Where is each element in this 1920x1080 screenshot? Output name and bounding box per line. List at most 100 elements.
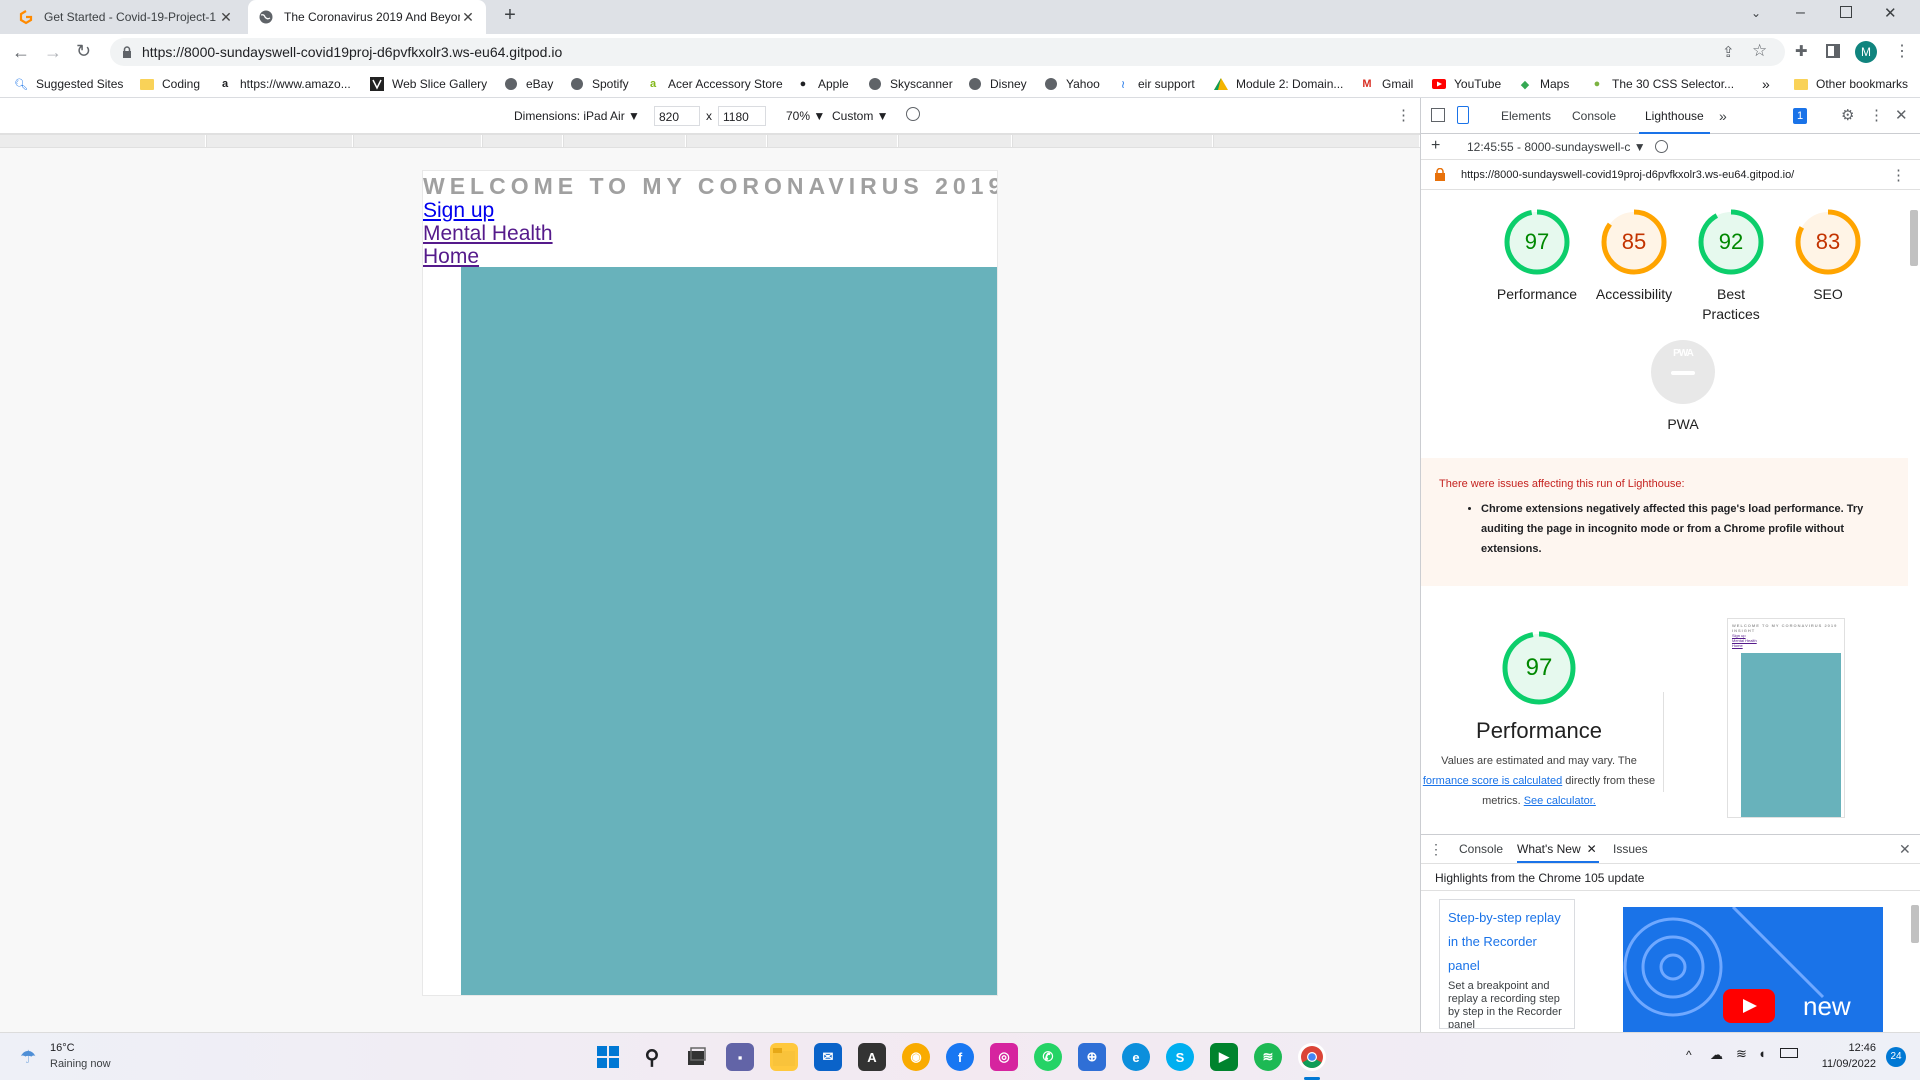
device-toggle-icon[interactable] [1457, 106, 1469, 124]
close-icon[interactable]: ✕ [1587, 835, 1597, 863]
new-report-icon[interactable]: + [1431, 137, 1440, 155]
bookmark-suggested-sites[interactable]: 🔍︎ Suggested Sites [14, 70, 123, 98]
spotify-icon[interactable]: ≋ [1254, 1043, 1282, 1071]
chrome-icon[interactable] [1298, 1043, 1326, 1071]
reload-icon[interactable]: ↻ [76, 41, 91, 62]
bookmark-maps[interactable]: ◆ Maps [1518, 70, 1570, 98]
score-best-practices[interactable]: 92 Best Practices [1683, 208, 1779, 324]
more-tabs-icon[interactable]: » [1719, 98, 1727, 134]
feature-card[interactable]: Step-by-step replay in the Recorder pane… [1439, 899, 1575, 1029]
close-drawer-icon[interactable]: ✕ [1899, 841, 1911, 858]
tab-console[interactable]: Console [1572, 98, 1616, 134]
close-icon[interactable]: ✕ [460, 9, 476, 26]
share-icon[interactable]: ⇪ [1722, 43, 1735, 61]
drawer-tab-whats-new[interactable]: What's New ✕ [1517, 835, 1599, 863]
weather-icon[interactable]: ☂ [20, 1047, 36, 1068]
score-accessibility[interactable]: 85 Accessibility [1586, 208, 1682, 304]
tray-chevron-icon[interactable]: ^ [1686, 1048, 1692, 1062]
bookmark-youtube[interactable]: YouTube [1432, 70, 1501, 98]
drawer-tab-issues[interactable]: Issues [1613, 835, 1648, 863]
issues-badge[interactable]: 1 [1793, 108, 1808, 124]
task-view-icon[interactable] [682, 1043, 710, 1071]
feature-card-title[interactable]: Step-by-step replay in the Recorder pane… [1448, 906, 1566, 978]
close-icon[interactable]: ✕ [218, 9, 234, 26]
extensions-icon[interactable]: ✚ [1795, 42, 1808, 60]
bookmark-css-selectors[interactable]: ● The 30 CSS Selector... [1590, 70, 1734, 98]
device-more-icon[interactable]: ⋮ [1396, 106, 1411, 124]
wifi-icon[interactable]: ≋ [1736, 1046, 1747, 1062]
start-icon[interactable] [594, 1043, 622, 1071]
bookmark-spotify[interactable]: Spotify [570, 70, 629, 98]
file-explorer-icon[interactable] [770, 1043, 798, 1071]
drawer-tab-console[interactable]: Console [1459, 835, 1503, 863]
weather-status[interactable]: Raining now [50, 1058, 111, 1070]
onedrive-icon[interactable]: ☁ [1710, 1047, 1723, 1063]
score-calculated-link[interactable]: formance score is calculated [1423, 775, 1562, 787]
bookmark-apple[interactable]: ● Apple [796, 70, 849, 98]
drawer-scrollbar[interactable] [1909, 891, 1919, 1033]
device-height-input[interactable]: 1180 [718, 106, 766, 126]
bookmark-skyscanner[interactable]: Skyscanner [868, 70, 953, 98]
other-bookmarks[interactable]: Other bookmarks [1794, 70, 1908, 98]
nav-link-mental-health[interactable]: Mental Health [423, 222, 553, 246]
clear-icon[interactable] [1655, 140, 1668, 153]
instagram-icon[interactable]: ◎ [990, 1043, 1018, 1071]
app-blue-icon[interactable]: ⊕ [1078, 1043, 1106, 1071]
close-devtools-icon[interactable]: ✕ [1895, 106, 1908, 124]
bookmark-ebay[interactable]: eBay [504, 70, 553, 98]
report-select[interactable]: 12:45:55 - 8000-sundayswell-c ▼ [1467, 140, 1646, 154]
score-seo[interactable]: 83 SEO [1780, 208, 1876, 304]
minimize-icon[interactable]: – [1796, 4, 1805, 22]
volume-icon[interactable]: ◖ [1758, 1046, 1766, 1061]
skype-icon[interactable]: S [1166, 1043, 1194, 1071]
bookmark-yahoo[interactable]: Yahoo [1044, 70, 1100, 98]
address-bar[interactable]: https://8000-sundayswell-covid19proj-d6p… [110, 38, 1785, 66]
side-panel-icon[interactable] [1826, 44, 1840, 58]
throttle-select[interactable]: Custom ▼ [832, 109, 889, 123]
bookmark-gmail[interactable]: M Gmail [1360, 70, 1413, 98]
score-pwa[interactable]: PWA PWA [1635, 338, 1731, 434]
clock-date[interactable]: 11/09/2022 [1806, 1058, 1876, 1070]
report-scrollbar[interactable] [1908, 206, 1918, 826]
score-performance[interactable]: 97 Performance [1489, 208, 1585, 304]
tab-lighthouse[interactable]: Lighthouse [1639, 98, 1710, 134]
bookmark-eir-support[interactable]: ≀ eir support [1116, 70, 1195, 98]
inspect-icon[interactable] [1431, 108, 1445, 122]
tab-coronavirus[interactable]: The Coronavirus 2019 And Beyond ✕ [248, 0, 486, 34]
final-screenshot-thumbnail[interactable]: WELCOME TO MY CORONAVIRUS 2019 INSIGHT S… [1727, 618, 1845, 818]
new-tab-button[interactable]: + [498, 4, 522, 30]
devtools-menu-icon[interactable]: ⋮ [1869, 106, 1884, 124]
weather-temperature[interactable]: 16°C [50, 1042, 75, 1054]
tab-get-started[interactable]: Get Started - Covid-19-Project-1 ✕ [8, 0, 244, 34]
facebook-icon[interactable]: f [946, 1043, 974, 1071]
settings-icon[interactable]: ⚙ [1841, 106, 1854, 124]
youtube-play-icon[interactable] [1723, 989, 1775, 1023]
notification-badge[interactable]: 24 [1886, 1047, 1906, 1067]
edge-icon[interactable]: e [1122, 1043, 1150, 1071]
battery-icon[interactable] [1780, 1048, 1798, 1058]
forward-icon[interactable]: → [44, 42, 62, 63]
bookmark-disney[interactable]: Disney [968, 70, 1027, 98]
bookmark-module-2[interactable]: Module 2: Domain... [1214, 70, 1343, 98]
mail-icon[interactable]: ✉ [814, 1043, 842, 1071]
meet-icon[interactable]: ▶ [1210, 1043, 1238, 1071]
tab-elements[interactable]: Elements [1501, 98, 1551, 134]
restore-icon[interactable] [1840, 6, 1852, 18]
whats-new-video[interactable]: new [1623, 907, 1883, 1033]
device-width-input[interactable]: 820 [654, 106, 700, 126]
brave-icon[interactable]: ◉ [902, 1043, 930, 1071]
bookmark-coding[interactable]: Coding [140, 70, 200, 98]
star-icon[interactable]: ☆ [1752, 41, 1767, 61]
menu-icon[interactable]: ⋮ [1894, 41, 1910, 61]
avatar[interactable]: M [1855, 41, 1877, 63]
zoom-select[interactable]: 70% ▼ [786, 109, 825, 123]
tab-search-icon[interactable]: ⌄ [1751, 6, 1761, 20]
bookmark-amazon[interactable]: a https://www.amazo... [218, 70, 351, 98]
audited-url[interactable]: https://8000-sundayswell-covid19proj-d6p… [1461, 169, 1794, 181]
teams-chat-icon[interactable]: ▪ [726, 1043, 754, 1071]
search-icon[interactable]: ⚲ [638, 1043, 666, 1071]
see-calculator-link[interactable]: See calculator. [1524, 795, 1596, 807]
device-dimensions-select[interactable]: Dimensions: iPad Air ▼ [514, 109, 640, 123]
whatsapp-icon[interactable]: ✆ [1034, 1043, 1062, 1071]
clock-time[interactable]: 12:46 [1812, 1042, 1876, 1054]
